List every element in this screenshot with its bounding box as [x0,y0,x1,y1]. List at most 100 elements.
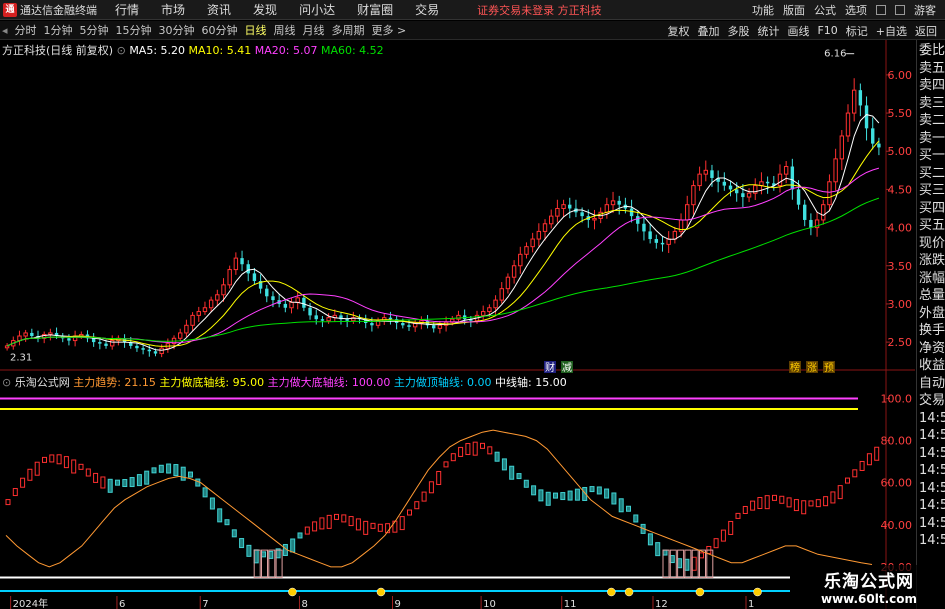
candle-body-up [184,324,189,334]
tool-back[interactable]: 返回 [915,23,937,39]
candle-body-up [23,332,28,337]
time-axis-label: 8 [301,599,307,609]
tool-add-watch[interactable]: +自选 [876,23,907,39]
indicator-name[interactable]: 乐淘公式网 [15,376,70,389]
menu-formula[interactable]: 公式 [814,2,836,18]
minimize-icon[interactable] [876,5,886,15]
candle-body-down [803,204,807,220]
period-timeshare[interactable]: 分时 [15,22,37,38]
ma-circle-icon[interactable]: ⊙ [117,44,126,57]
bottom-bar [699,549,706,578]
tool-mark[interactable]: 标记 [846,23,868,39]
menu-layout[interactable]: 版面 [783,2,805,18]
time-axis-label: 7 [202,599,208,609]
indicator-box [436,470,442,485]
indicator-box [188,471,193,478]
indicator-box [399,516,405,531]
big-bottom-axis-value: 主力做大底轴线: 100.00 [267,376,391,389]
kline-chart[interactable]: 6.00 5.50 5.00 4.50 4.00 3.50 3.00 2.50 6.16 2.31… [0,40,915,609]
period-multi[interactable]: 多周期 [332,22,365,38]
period-60min[interactable]: 60分钟 [202,22,238,38]
candle-body-up [159,347,164,355]
period-5min[interactable]: 5分钟 [80,22,109,38]
side-label[interactable]: 自动 [917,375,945,393]
candle-body-up [295,297,300,303]
candle-body-down [314,315,318,320]
period-weekly[interactable]: 周线 [274,22,296,38]
candle-body-up [592,217,597,221]
indicator-box [49,454,55,463]
indicator-box [239,538,245,549]
indicator-box [71,459,77,474]
tool-stats[interactable]: 统计 [757,23,779,39]
menu-trade[interactable]: 交易 [415,1,439,18]
indicator-box [224,519,230,526]
tool-overlay[interactable]: 叠加 [697,23,719,39]
side-label[interactable]: 交易 [917,392,945,410]
period-30min[interactable]: 30分钟 [159,22,195,38]
side-label: 卖四 [919,78,945,93]
candle-body-up [511,265,517,278]
period-monthly[interactable]: 月线 [303,22,325,38]
tool-draw[interactable]: 画线 [787,23,809,39]
tool-multi-stock[interactable]: 多股 [727,23,749,39]
indicator-box [772,494,777,501]
candle-body-up [821,204,826,221]
guest-label[interactable]: 游客 [914,2,936,18]
candle-body-up [845,112,851,137]
chart-area[interactable]: 6.00 5.50 5.00 4.50 4.00 3.50 3.00 2.50 6.16 2.31… [0,40,915,609]
menu-news[interactable]: 资讯 [207,1,231,18]
indicator-box [100,476,106,489]
candle-body-down [710,170,714,178]
event-tag: 涨 [807,362,817,374]
candle-body-down [302,297,306,308]
indicator-box [443,461,449,468]
menu-options[interactable]: 选项 [845,2,867,18]
indicator-circle-icon[interactable]: ⊙ [2,376,11,389]
indicator-box [677,558,683,569]
indicator-box [20,477,26,488]
login-notice[interactable]: 证券交易未登录 方正科技 [477,2,602,18]
indicator-box [370,522,376,529]
candle-body-down [654,239,659,243]
indicator-box [713,538,719,549]
menu-market-quote[interactable]: 行情 [115,1,139,18]
candle-body-up [499,288,504,301]
indicator-box [231,529,237,538]
tool-f10[interactable]: F10 [817,24,837,37]
period-1min[interactable]: 1分钟 [44,22,73,38]
period-daily[interactable]: 日线 [245,22,267,38]
indicator-axis-label: 100.0 [881,393,913,406]
restore-icon[interactable] [895,5,905,15]
tool-adjust[interactable]: 复权 [667,23,689,39]
indicator-box [538,489,544,502]
trend-line [5,429,873,568]
indicator-box [407,509,412,516]
indicator-box [27,468,33,481]
indicator-box [414,501,420,510]
indicator-box [253,549,259,564]
period-more[interactable]: 更多 > [372,22,407,38]
left-arrow-icon[interactable]: ◂ [2,24,8,37]
price-axis-label: 6.00 [888,69,913,82]
period-15min[interactable]: 15分钟 [116,22,152,38]
candle-body-up [437,324,443,329]
side-label: 外盘 [919,305,945,321]
menu-wealth[interactable]: 财富圈 [357,1,393,18]
indicator-box [604,488,610,499]
candle-body-down [147,349,152,352]
side-label: 涨跌 [919,253,945,268]
indicator-box [487,446,493,455]
candle-body-up [672,230,678,240]
indicator-box [173,464,179,477]
candle-body-down [320,319,325,321]
candle-body-down [722,181,727,186]
menu-market[interactable]: 市场 [161,1,185,18]
menu-discover[interactable]: 发现 [253,1,277,18]
candle-body-up [783,166,789,175]
indicator-box [735,512,741,519]
menu-function[interactable]: 功能 [752,2,774,18]
indicator-box [866,453,872,466]
menu-ask[interactable]: 问小达 [299,1,335,18]
time-axis-label: 2024年 [13,597,48,609]
